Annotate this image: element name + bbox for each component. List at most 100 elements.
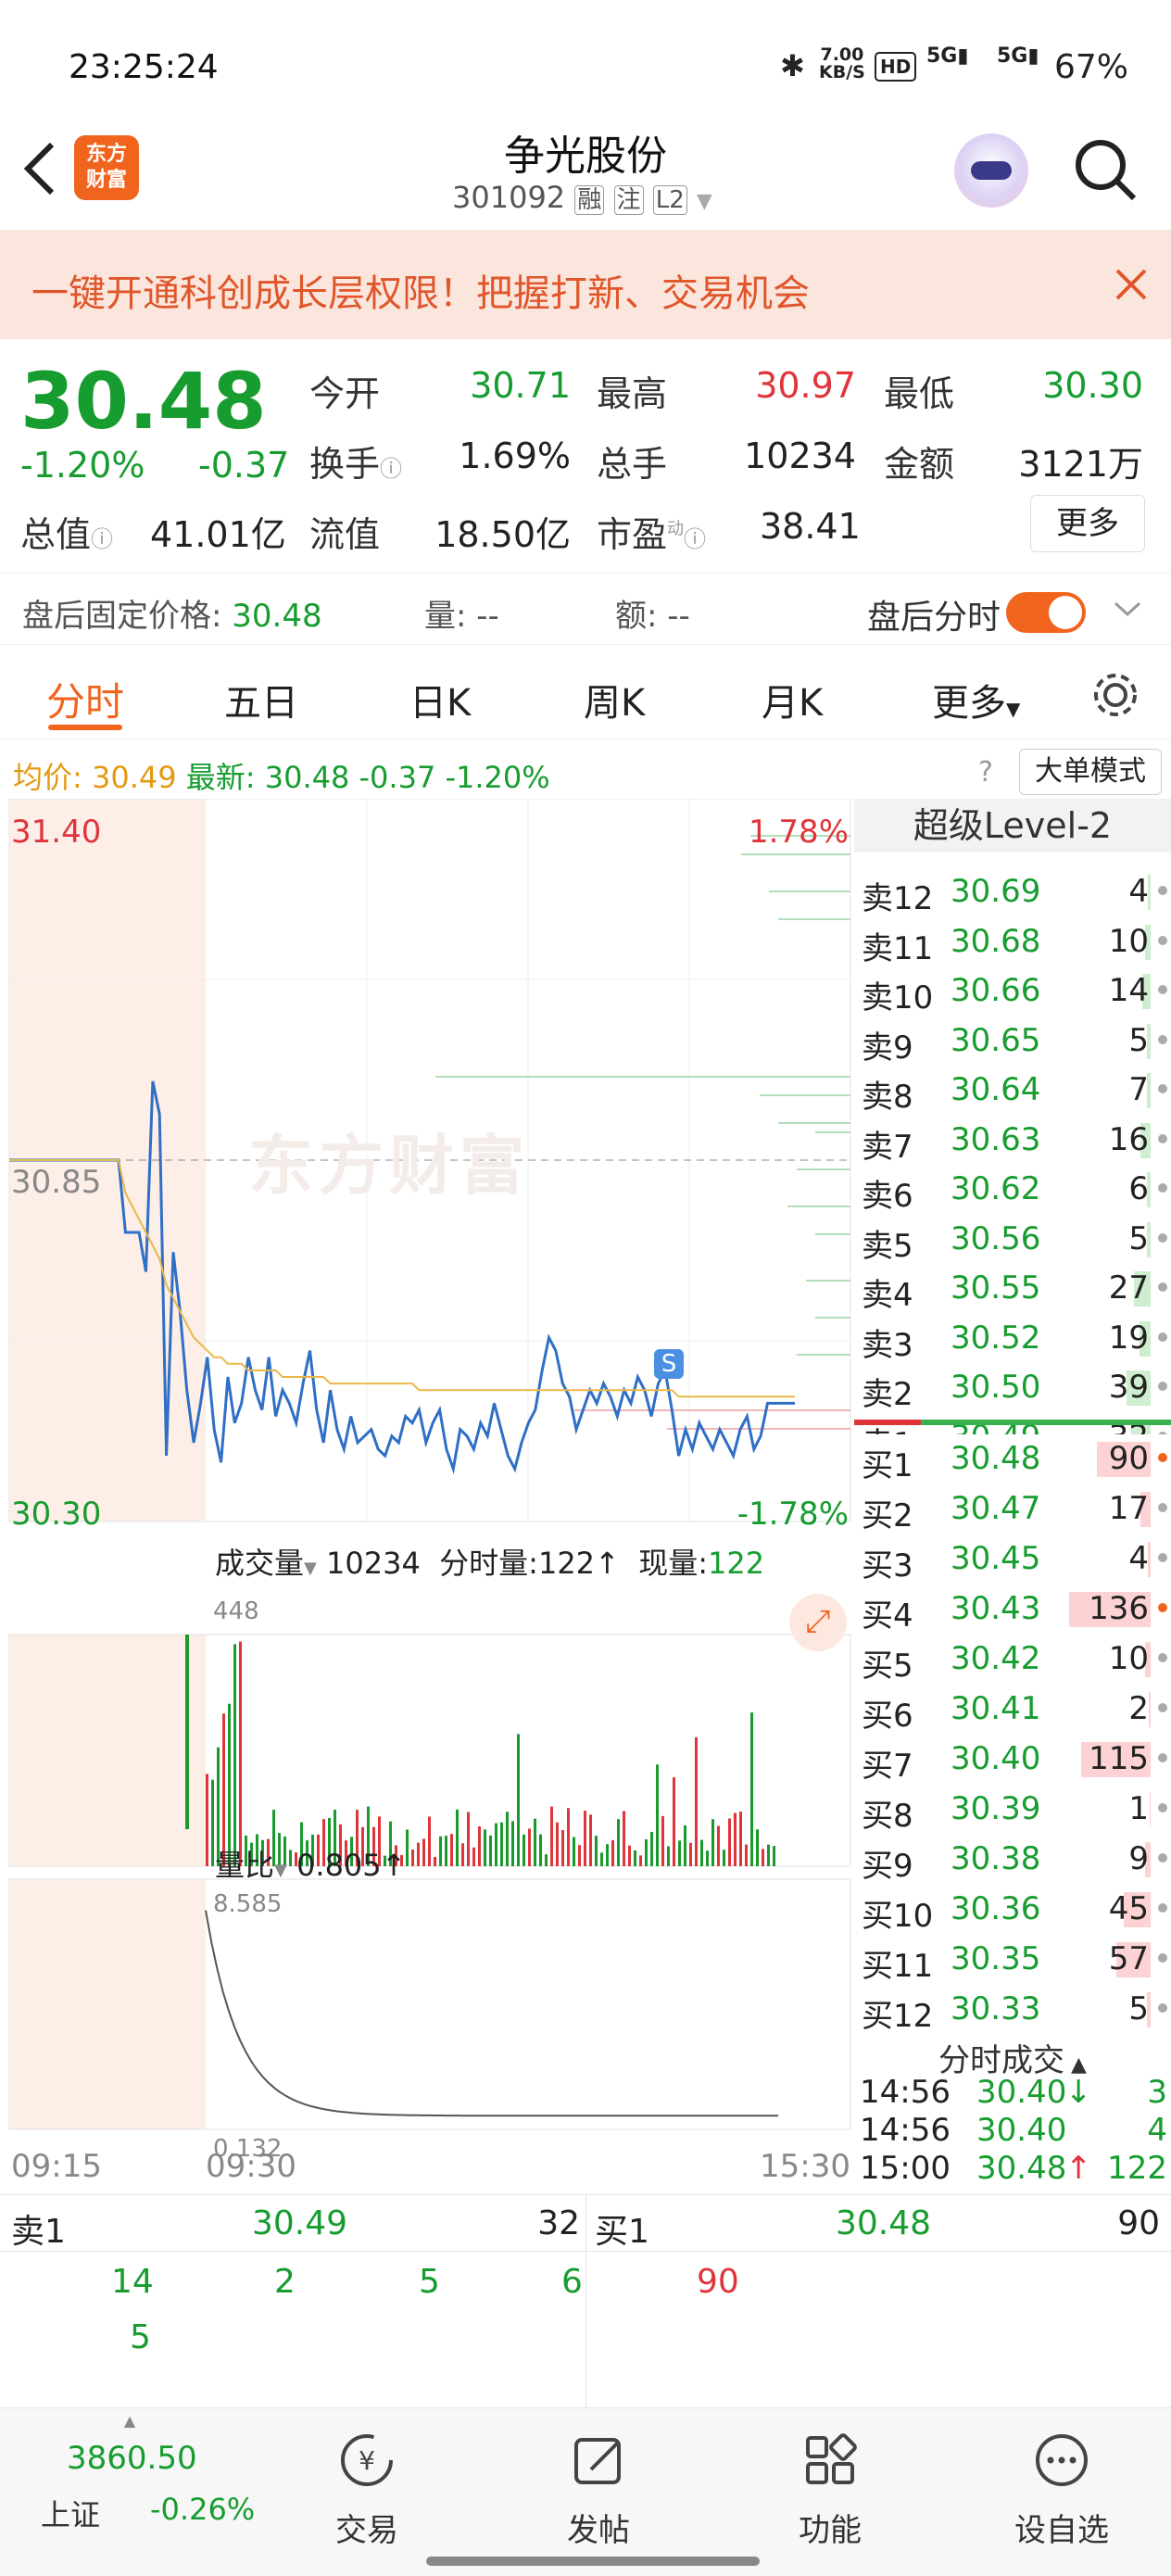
tab-more[interactable]: 更多▼ <box>932 673 1020 726</box>
more-button[interactable]: 更多 <box>1030 495 1145 552</box>
amount-value: 3121万 <box>1018 444 1143 485</box>
level-dot <box>1158 1653 1167 1662</box>
level-price: 30.69 <box>951 873 1041 910</box>
code-dropdown-icon[interactable]: ▼ <box>697 190 712 213</box>
hd-icon: HD <box>875 52 917 82</box>
volume-bar <box>472 1847 475 1866</box>
level-label: 卖6 <box>862 1178 913 1215</box>
level-dot <box>1158 1232 1167 1243</box>
volume-bar <box>728 1818 731 1866</box>
level-price: 30.38 <box>951 1840 1041 1877</box>
bid-level[interactable]: 买7 30.40 115 <box>854 1736 1171 1785</box>
order-book-title[interactable]: 超级Level-2 <box>854 799 1171 852</box>
bid-level[interactable]: 买6 30.41 2 <box>854 1686 1171 1735</box>
ask-bid-divider-green <box>921 1420 1171 1425</box>
ask-level[interactable]: 卖6 30.62 6 <box>854 1167 1171 1215</box>
volume-bar <box>762 1849 764 1866</box>
bid-level[interactable]: 买9 30.38 9 <box>854 1837 1171 1885</box>
bid-level[interactable]: 买11 30.35 57 <box>854 1937 1171 1985</box>
volume-bar <box>734 1812 737 1866</box>
nav-functions[interactable]: 功能 <box>737 2408 923 2566</box>
ask-level[interactable]: 卖2 30.50 39 <box>854 1365 1171 1413</box>
volume-bar <box>239 1641 242 1866</box>
queue-ask-order: 5 <box>419 2263 440 2301</box>
volume-bar <box>723 1850 725 1866</box>
level-price: 30.68 <box>951 922 1041 960</box>
tab-weekly-k[interactable]: 周K <box>584 673 645 726</box>
signal-1-icon: 5G▮ <box>926 44 969 68</box>
index-ticker[interactable]: ▲ 3860.50 上证 -0.26% <box>19 2408 255 2566</box>
trade-row: 14:56 30.40 ↓ 3 <box>854 2074 1171 2111</box>
level-volume: 115 <box>1089 1740 1149 1777</box>
ask-level[interactable]: 卖12 30.69 4 <box>854 869 1171 917</box>
ask-level[interactable]: 卖8 30.64 7 <box>854 1067 1171 1116</box>
volume-bar <box>639 1855 642 1866</box>
nav-trade[interactable]: ¥ 交易 <box>274 2408 460 2566</box>
ask-level[interactable]: 卖3 30.52 19 <box>854 1316 1171 1364</box>
level-label: 买1 <box>862 1447 913 1484</box>
bid-level[interactable]: 买10 30.36 45 <box>854 1887 1171 1935</box>
volume-bar <box>634 1850 636 1866</box>
nav-add-watchlist[interactable]: 设自选 <box>969 2408 1154 2566</box>
tab-intraday[interactable]: 分时 <box>46 671 124 727</box>
close-icon[interactable] <box>1115 269 1147 300</box>
intraday-chart[interactable]: 东方财富 31.40 30.85 30.30 1.78% -1.78% S 成交… <box>0 799 854 2189</box>
caret-down-icon[interactable]: ▼ <box>304 1559 317 1578</box>
tab-monthly-k[interactable]: 月K <box>762 673 823 726</box>
search-icon[interactable] <box>1073 137 1140 204</box>
level-dot <box>1158 1084 1167 1093</box>
volume-bar <box>600 1852 603 1866</box>
volume-bar <box>595 1836 598 1866</box>
volume-bar <box>489 1835 492 1866</box>
level-dot <box>1158 1553 1167 1562</box>
pre-market-shade <box>9 1635 206 1866</box>
ask-level[interactable]: 卖11 30.68 10 <box>854 919 1171 967</box>
volume-bar <box>434 1856 436 1866</box>
ask-level[interactable]: 卖9 30.65 5 <box>854 1018 1171 1067</box>
level-label: 买10 <box>862 1898 934 1935</box>
bid-level[interactable]: 买5 30.42 10 <box>854 1636 1171 1685</box>
after-hours-bar: 盘后固定价格: 30.48 量: -- 额: -- 盘后分时 <box>0 573 1171 645</box>
volume-label[interactable]: 成交量 <box>215 1546 304 1581</box>
help-icon[interactable]: ? <box>978 756 993 789</box>
trade-price: 30.48 <box>976 2150 1067 2187</box>
pe-label-text: 市盈 <box>597 514 668 555</box>
gear-icon[interactable] <box>1089 669 1141 721</box>
level-volume: 10 <box>1108 922 1149 960</box>
ask-level[interactable]: 卖5 30.56 5 <box>854 1217 1171 1265</box>
order-book[interactable]: 超级Level-2 卖12 30.69 4 卖11 30.68 10 卖10 30.66 14 卖… <box>854 799 1171 2189</box>
bid-level[interactable]: 买2 30.47 17 <box>854 1486 1171 1534</box>
level-dot <box>1158 886 1167 895</box>
bid-level[interactable]: 买1 30.48 90 <box>854 1436 1171 1484</box>
stock-code: 301092 融 注 L2 ▼ <box>452 180 712 215</box>
chart-grid <box>8 799 851 2130</box>
info-icon[interactable]: ⓘ <box>684 526 706 552</box>
chevron-down-icon[interactable] <box>1112 598 1143 620</box>
level-dot <box>1158 1183 1167 1193</box>
nav-post[interactable]: 发帖 <box>506 2408 691 2566</box>
home-indicator[interactable] <box>426 2557 760 2566</box>
volume-bar <box>206 1774 208 1866</box>
robot-assistant-icon[interactable] <box>954 133 1028 208</box>
bid-level[interactable]: 买3 30.45 4 <box>854 1536 1171 1585</box>
ask-level[interactable]: 卖10 30.66 14 <box>854 968 1171 1017</box>
bid-level[interactable]: 买4 30.43 136 <box>854 1586 1171 1635</box>
volume-bar <box>623 1811 625 1866</box>
after-hours-toggle[interactable] <box>1006 592 1086 633</box>
sell-signal-badge[interactable]: S <box>654 1349 684 1379</box>
tab-five-day[interactable]: 五日 <box>224 673 298 726</box>
caret-down-icon: ▼ <box>1006 698 1021 720</box>
level-price: 30.65 <box>951 1021 1041 1059</box>
level-volume: 4 <box>1128 1540 1149 1577</box>
caret-down-icon[interactable]: ▼ <box>274 1861 287 1880</box>
expand-icon[interactable]: ⤢ <box>789 1594 847 1651</box>
ask-level[interactable]: 卖4 30.55 27 <box>854 1266 1171 1314</box>
bid-level[interactable]: 买12 30.33 5 <box>854 1987 1171 2029</box>
volume-ratio-label[interactable]: 量比 <box>215 1848 274 1883</box>
bid-level[interactable]: 买8 30.39 1 <box>854 1787 1171 1835</box>
tab-daily-k[interactable]: 日K <box>409 673 471 726</box>
time-end-label: 15:30 <box>760 2148 850 2185</box>
ask-level[interactable]: 卖7 30.63 16 <box>854 1118 1171 1166</box>
big-order-mode-button[interactable]: 大单模式 <box>1019 749 1162 795</box>
promo-banner[interactable]: 一键开通科创成长层权限！把握打新、交易机会 <box>0 230 1171 339</box>
